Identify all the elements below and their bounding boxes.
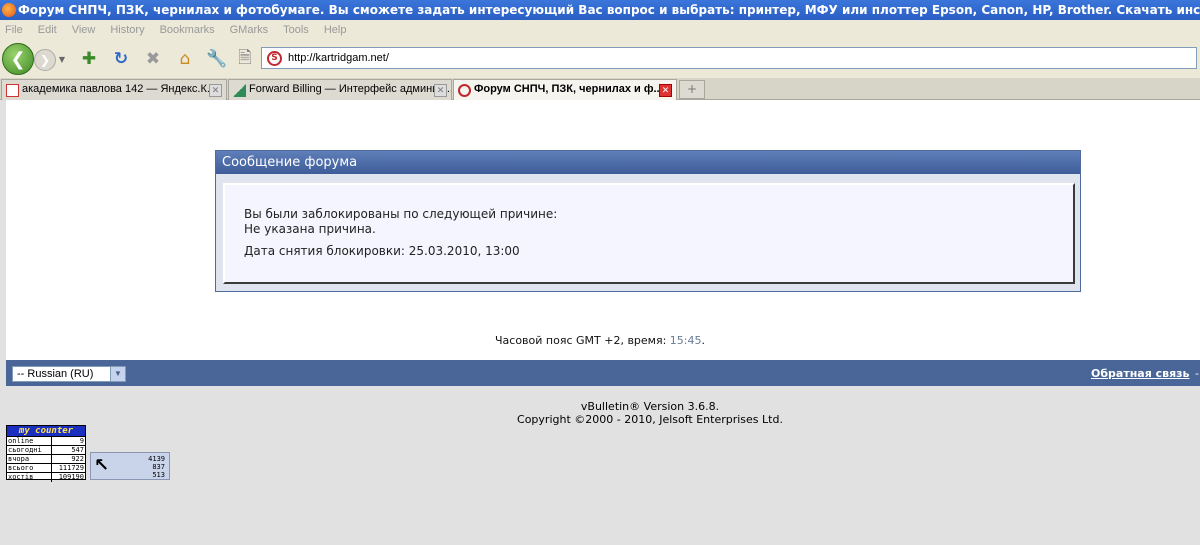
close-icon[interactable]: ✕ <box>659 84 672 97</box>
timezone-text: Часовой пояс GMT +2, время: <box>495 334 667 347</box>
menu-history[interactable]: History <box>110 24 144 36</box>
tab-label: академика павлова 142 — Яндекс.К... <box>22 83 217 95</box>
counter-value: 109190 <box>50 472 85 482</box>
stop-button[interactable]: ✖ <box>142 48 164 70</box>
back-button[interactable]: ❮ <box>2 43 34 75</box>
language-select[interactable]: -- Russian (RU) ▼ <box>12 366 126 382</box>
address-bar[interactable]: S <box>261 47 1197 69</box>
site-favicon-icon: S <box>267 51 282 66</box>
stats-value: 513 <box>152 471 165 479</box>
forum-favicon-icon <box>458 84 471 97</box>
counter-label: хостів <box>7 472 52 482</box>
tab-label: Форум СНПЧ, ПЗК, чернилах и ф... <box>474 83 663 95</box>
table-row: всього 111729 <box>7 463 85 473</box>
menu-help[interactable]: Help <box>324 24 347 36</box>
counter-value: 111729 <box>50 463 85 473</box>
reload-button[interactable]: ↻ <box>110 48 132 70</box>
counter-value: 9 <box>50 436 85 446</box>
menu-bar: File Edit View History Bookmarks GMarks … <box>0 20 1200 40</box>
window-title: Форум СНПЧ, ПЗК, чернилах и фотобумаге. … <box>18 3 1200 17</box>
copyright-text: Copyright ©2000 - 2010, Jelsoft Enterpri… <box>517 413 783 426</box>
tab-bar: академика павлова 142 — Яндекс.К... ✕ Fo… <box>0 78 1200 100</box>
tab-forward-billing[interactable]: Forward Billing — Интерфейс админис... ✕ <box>228 79 452 100</box>
menu-view[interactable]: View <box>72 24 96 36</box>
counter-table: online 9 сьогодні 547 вчора 922 всього 11172… <box>7 436 85 482</box>
stats-value: 4139 <box>148 455 165 463</box>
new-tab-button[interactable]: + <box>679 80 705 99</box>
window-title-bar: Форум СНПЧ, ПЗК, чернилах и фотобумаге. … <box>0 0 1200 20</box>
counter-label: всього <box>7 463 52 473</box>
page-icon: 🗎 <box>238 47 252 68</box>
menu-tools[interactable]: Tools <box>283 24 309 36</box>
menu-bookmarks[interactable]: Bookmarks <box>160 24 215 36</box>
menu-edit[interactable]: Edit <box>38 24 57 36</box>
forward-arrow-icon: ❯ <box>39 53 51 67</box>
counter-value: 922 <box>50 454 85 464</box>
ban-reason: Не указана причина. <box>244 222 376 236</box>
stats-counter-badge[interactable]: ↖ 4139 837 513 <box>90 452 170 480</box>
close-icon[interactable]: ✕ <box>209 84 222 97</box>
table-row: вчора 922 <box>7 454 85 464</box>
tab-forum[interactable]: Форум СНПЧ, ПЗК, чернилах и ф... ✕ <box>453 79 677 100</box>
counter-label: вчора <box>7 454 52 464</box>
back-arrow-icon: ❮ <box>10 48 26 70</box>
timezone-suffix: . <box>701 334 706 347</box>
forward-button[interactable]: ❯ <box>34 49 56 71</box>
stats-value: 837 <box>152 463 165 471</box>
navigation-toolbar: ❮ ❯ ▼ ✚ ↻ ✖ ⌂ 🔧 🗎 S <box>0 40 1200 78</box>
history-dropdown-button[interactable]: ▼ <box>57 54 67 64</box>
add-page-icon: ✚ <box>81 49 97 69</box>
menu-gmarks[interactable]: GMarks <box>230 24 269 36</box>
plus-icon: + <box>686 82 698 96</box>
stats-values: 4139 837 513 <box>148 455 165 479</box>
table-row: сьогодні 547 <box>7 445 85 455</box>
ban-lift-date: Дата снятия блокировки: 25.03.2010, 13:0… <box>244 244 520 258</box>
counter-value: 547 <box>50 445 85 455</box>
new-tab-page-button[interactable]: ✚ <box>78 48 100 70</box>
tab-yandex[interactable]: академика павлова 142 — Яндекс.К... ✕ <box>1 79 227 100</box>
copyright: vBulletin® Version 3.6.8. Copyright ©200… <box>0 400 1200 426</box>
current-time: 15:45 <box>669 334 702 347</box>
page-button[interactable]: 🗎 <box>234 48 256 70</box>
stop-icon: ✖ <box>145 49 161 69</box>
firefox-icon <box>2 3 16 17</box>
counter-label: сьогодні <box>7 445 52 455</box>
footer-separator: - <box>1195 367 1199 380</box>
forum-message-title: Сообщение форума <box>216 151 1080 174</box>
yandex-favicon-icon <box>6 84 19 97</box>
close-icon[interactable]: ✕ <box>434 84 447 97</box>
counter-label: online <box>7 436 52 446</box>
language-value: -- Russian (RU) <box>17 368 94 380</box>
home-icon: ⌂ <box>179 49 191 69</box>
reload-icon: ↻ <box>113 49 129 69</box>
feedback-link[interactable]: Обратная связь <box>1091 367 1190 380</box>
timezone-info: Часовой пояс GMT +2, время: 15:45. <box>0 334 1200 347</box>
forum-message-box: Сообщение форума Вы были заблокированы п… <box>215 150 1081 292</box>
ban-reason-intro: Вы были заблокированы по следующей причи… <box>244 207 558 221</box>
url-input[interactable] <box>288 50 1168 66</box>
arrow-up-left-icon: ↖ <box>94 455 110 476</box>
table-row: хостів 109190 <box>7 472 85 482</box>
forum-message-body: Вы были заблокированы по следующей причи… <box>223 183 1075 284</box>
billing-favicon-icon <box>233 84 246 97</box>
tab-label: Forward Billing — Интерфейс админис... <box>249 83 452 95</box>
page-content: Сообщение форума Вы были заблокированы п… <box>0 100 1200 545</box>
counter-title: my counter <box>7 426 85 436</box>
table-row: online 9 <box>7 436 85 446</box>
visitor-counter[interactable]: my counter online 9 сьогодні 547 вчора 922 … <box>6 425 86 482</box>
tools-button[interactable]: 🔧 <box>206 48 228 70</box>
vbulletin-version: vBulletin® Version 3.6.8. <box>580 400 720 413</box>
chevron-down-icon: ▼ <box>58 54 66 64</box>
menu-file[interactable]: File <box>5 24 23 36</box>
wrench-icon: 🔧 <box>206 49 228 69</box>
chevron-down-icon: ▼ <box>110 367 125 381</box>
home-button[interactable]: ⌂ <box>174 48 196 70</box>
footer-bar: -- Russian (RU) ▼ Обратная связь - <box>6 360 1200 386</box>
